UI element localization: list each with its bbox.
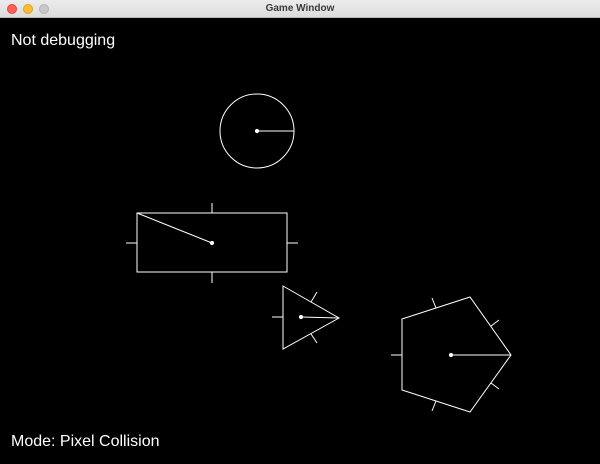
rectangle-center-point [209, 240, 215, 246]
pentagon-normal-upper-left [431, 297, 437, 309]
circle-shape [219, 93, 295, 169]
title-bar[interactable]: Game Window [0, 0, 600, 18]
triangle-shape [272, 285, 341, 350]
game-canvas[interactable]: Not debugging Mode: Pixel Collision [0, 18, 600, 464]
rectangle-heading-line [136, 212, 213, 244]
scene-svg [126, 93, 512, 413]
rectangle-shape [126, 203, 298, 283]
triangle-heading-line [300, 316, 340, 319]
pentagon-center-point [448, 352, 454, 358]
triangle-normal-upper [310, 291, 318, 303]
pentagon-normal-upper-right [490, 319, 500, 327]
pentagon-normal-lower-right [490, 382, 500, 390]
triangle-center-point [298, 314, 304, 320]
pentagon-shape [391, 296, 512, 413]
window-title: Game Window [265, 3, 335, 14]
circle-center-point [254, 128, 260, 134]
triangle-normal-lower [310, 333, 318, 344]
mode-status-text: Mode: Pixel Collision [11, 433, 160, 450]
game-window: Game Window Not debugging Mode: Pixel Co… [0, 0, 600, 464]
pentagon-normal-lower-left [431, 400, 437, 412]
